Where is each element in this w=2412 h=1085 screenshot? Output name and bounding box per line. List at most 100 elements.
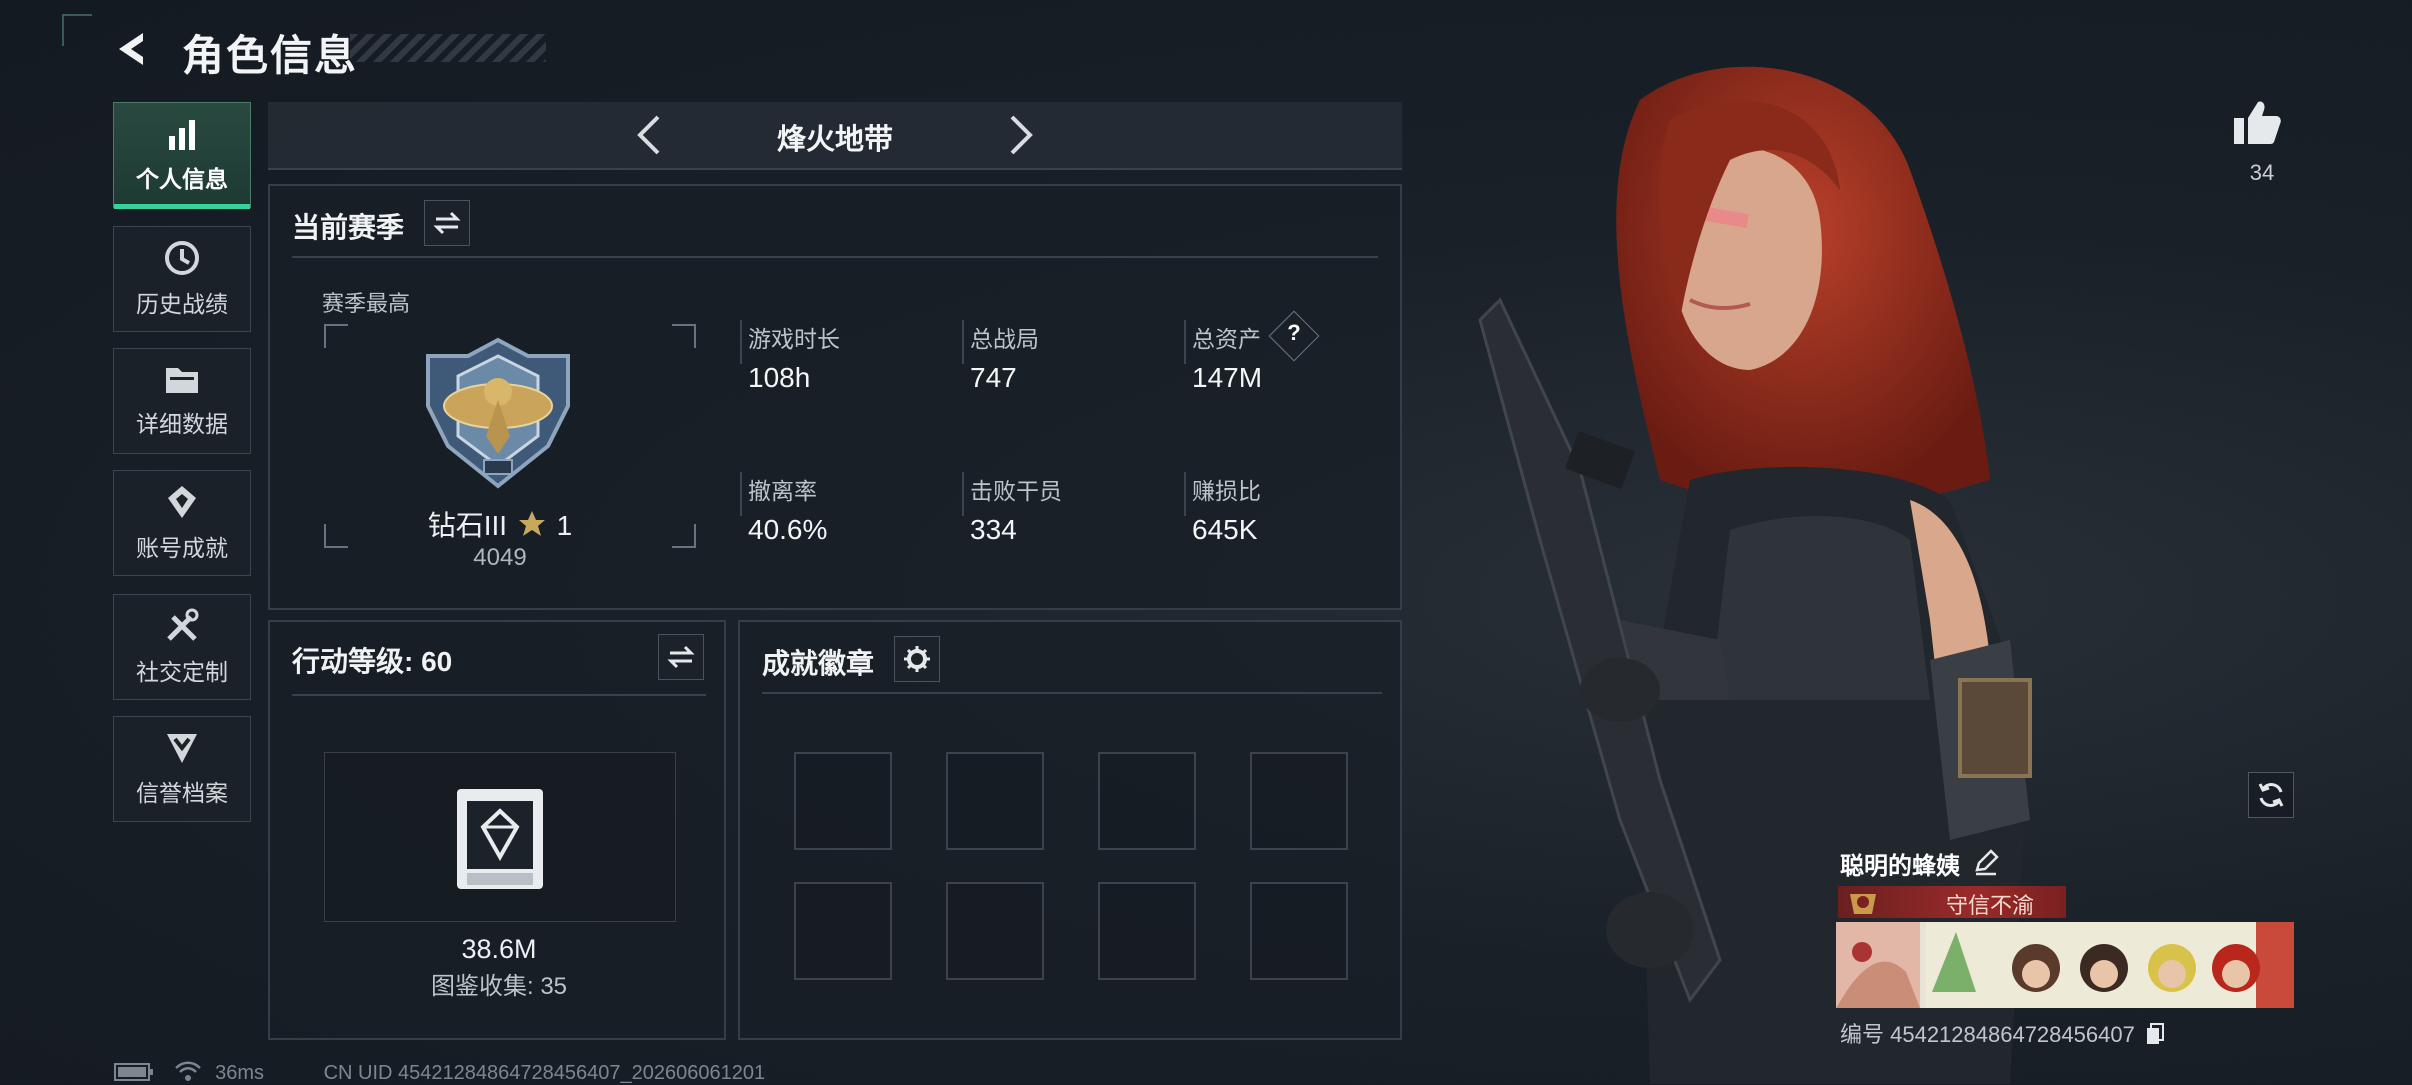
help-icon: ?	[1287, 320, 1301, 345]
like-count: 34	[2249, 160, 2275, 185]
stat-label: 游戏时长	[748, 326, 840, 352]
nav-label: 历史战绩	[136, 291, 228, 317]
stat-label: 撤离率	[748, 478, 817, 504]
back-arrow-icon	[119, 33, 143, 65]
tools-icon	[167, 608, 199, 641]
stat-separator	[1184, 320, 1186, 364]
stat-value: 747	[970, 362, 1017, 393]
nav-credit-record[interactable]: 信誉档案	[113, 716, 251, 822]
next-mode-button[interactable]	[998, 112, 1044, 158]
nav-personal-info[interactable]: 个人信息	[113, 102, 251, 209]
refresh-icon	[2258, 783, 2284, 807]
nav-label: 信誉档案	[136, 780, 228, 806]
achievement-icon	[168, 486, 196, 518]
collection-value: 38.6M	[461, 934, 537, 964]
frame-corner	[324, 324, 348, 348]
stat-separator	[962, 320, 964, 364]
season-header: 当前赛季	[292, 212, 405, 243]
namecard-banner[interactable]	[1836, 922, 2294, 1008]
thumbs-up-icon[interactable]	[2230, 96, 2284, 150]
history-clock-icon	[165, 241, 199, 275]
honor-title: 守信不渝	[1946, 893, 2035, 918]
nav-detail-data[interactable]: 详细数据	[113, 348, 251, 454]
stat-separator	[740, 320, 742, 364]
nav-label: 社交定制	[136, 659, 228, 685]
stat-separator	[1184, 472, 1186, 516]
collection-case-icon	[457, 789, 543, 889]
badge-slot[interactable]	[794, 882, 892, 980]
swap-icon	[433, 211, 461, 235]
collection-display	[324, 752, 676, 922]
season-best-label: 赛季最高	[322, 291, 411, 316]
divider	[292, 694, 706, 696]
stat-value: 40.6%	[748, 514, 828, 545]
edit-name-icon[interactable]	[1972, 848, 2000, 876]
collection-count: 图鉴收集: 35	[430, 973, 568, 1000]
rank-line: 钻石III 1	[270, 504, 730, 544]
wifi-icon	[174, 1061, 201, 1081]
stat-separator	[740, 472, 742, 516]
stat-label: 赚损比	[1192, 478, 1261, 504]
player-id-text: 编号 4542128486472845640​7	[1840, 1022, 2135, 1047]
badge-slot[interactable]	[1098, 752, 1196, 850]
season-switch-button[interactable]	[424, 200, 470, 246]
nav-social-custom[interactable]: 社交定制	[113, 594, 251, 700]
rank-stars: 1	[556, 510, 573, 541]
page-title: 角色信息	[182, 32, 359, 79]
rank-points: 4049	[473, 544, 527, 571]
rank-name: 钻石III	[427, 510, 508, 541]
stat-label: 总资产	[1192, 326, 1261, 352]
badge-slot[interactable]	[1250, 752, 1348, 850]
shield-chevron-icon	[167, 734, 197, 763]
action-level-header: 行动等级: 60	[292, 646, 453, 677]
badge-slot[interactable]	[1098, 882, 1196, 980]
nav-account-achievements[interactable]: 账号成就	[113, 470, 251, 576]
uid-text: CN UID 45421284864728456407_202606061201	[323, 1062, 766, 1084]
status-bar: 36ms CN UID 45421284864728456407_2026060…	[114, 1060, 765, 1085]
nav-history[interactable]: 历史战绩	[113, 226, 251, 332]
badges-header: 成就徽章	[762, 648, 875, 679]
player-id: 编号 4542128486472845640​7	[1840, 1017, 2165, 1049]
nav-label: 个人信息	[136, 166, 228, 192]
gear-icon	[904, 646, 930, 672]
badge-slot[interactable]	[946, 882, 1044, 980]
badge-slot[interactable]	[946, 752, 1044, 850]
action-level-switch-button[interactable]	[658, 634, 704, 680]
copy-icon[interactable]	[2145, 1022, 2165, 1046]
refresh-button[interactable]	[2248, 772, 2294, 818]
ping: 36ms	[215, 1062, 265, 1084]
season-panel: 当前赛季 赛季最高 钻石III 1 4049 游戏时长 108h 总战局 747…	[268, 184, 1402, 610]
badges-settings-button[interactable]	[894, 636, 940, 682]
folder-icon	[166, 368, 198, 393]
stat-separator	[962, 472, 964, 516]
badge-slot[interactable]	[1250, 882, 1348, 980]
namecard-art	[1836, 922, 2294, 1008]
nav-label: 账号成就	[136, 535, 228, 561]
divider	[762, 692, 1382, 694]
badges-panel: 成就徽章	[738, 620, 1402, 1040]
swap-icon	[667, 645, 695, 669]
player-name: 聪明的蜂姨	[1840, 853, 1960, 880]
stat-value: 108h	[748, 362, 811, 393]
mode-selector: 烽火地带	[268, 102, 1402, 170]
mode-title: 烽火地带	[776, 124, 893, 156]
honor-emblem-icon	[1850, 894, 1876, 914]
nav-label: 详细数据	[136, 411, 228, 437]
title-stripes	[350, 34, 546, 62]
corner-decoration	[62, 14, 92, 46]
back-button[interactable]	[108, 24, 158, 74]
stat-value: 334	[970, 514, 1017, 545]
star-icon	[518, 511, 545, 536]
stat-label: 击败干员	[970, 478, 1062, 504]
bar-chart-icon	[169, 120, 195, 150]
action-level-panel: 行动等级: 60 38.6M 图鉴收集: 35	[268, 620, 726, 1040]
stat-value: 645K	[1192, 514, 1258, 545]
battery-icon	[114, 1063, 153, 1081]
stat-label: 总战局	[970, 326, 1039, 352]
diamond-rank-emblem	[426, 337, 570, 489]
frame-corner	[672, 324, 696, 348]
stat-value: 147M	[1192, 362, 1263, 393]
chevron-right-icon	[1010, 115, 1033, 155]
badge-slot[interactable]	[794, 752, 892, 850]
divider	[292, 256, 1378, 258]
